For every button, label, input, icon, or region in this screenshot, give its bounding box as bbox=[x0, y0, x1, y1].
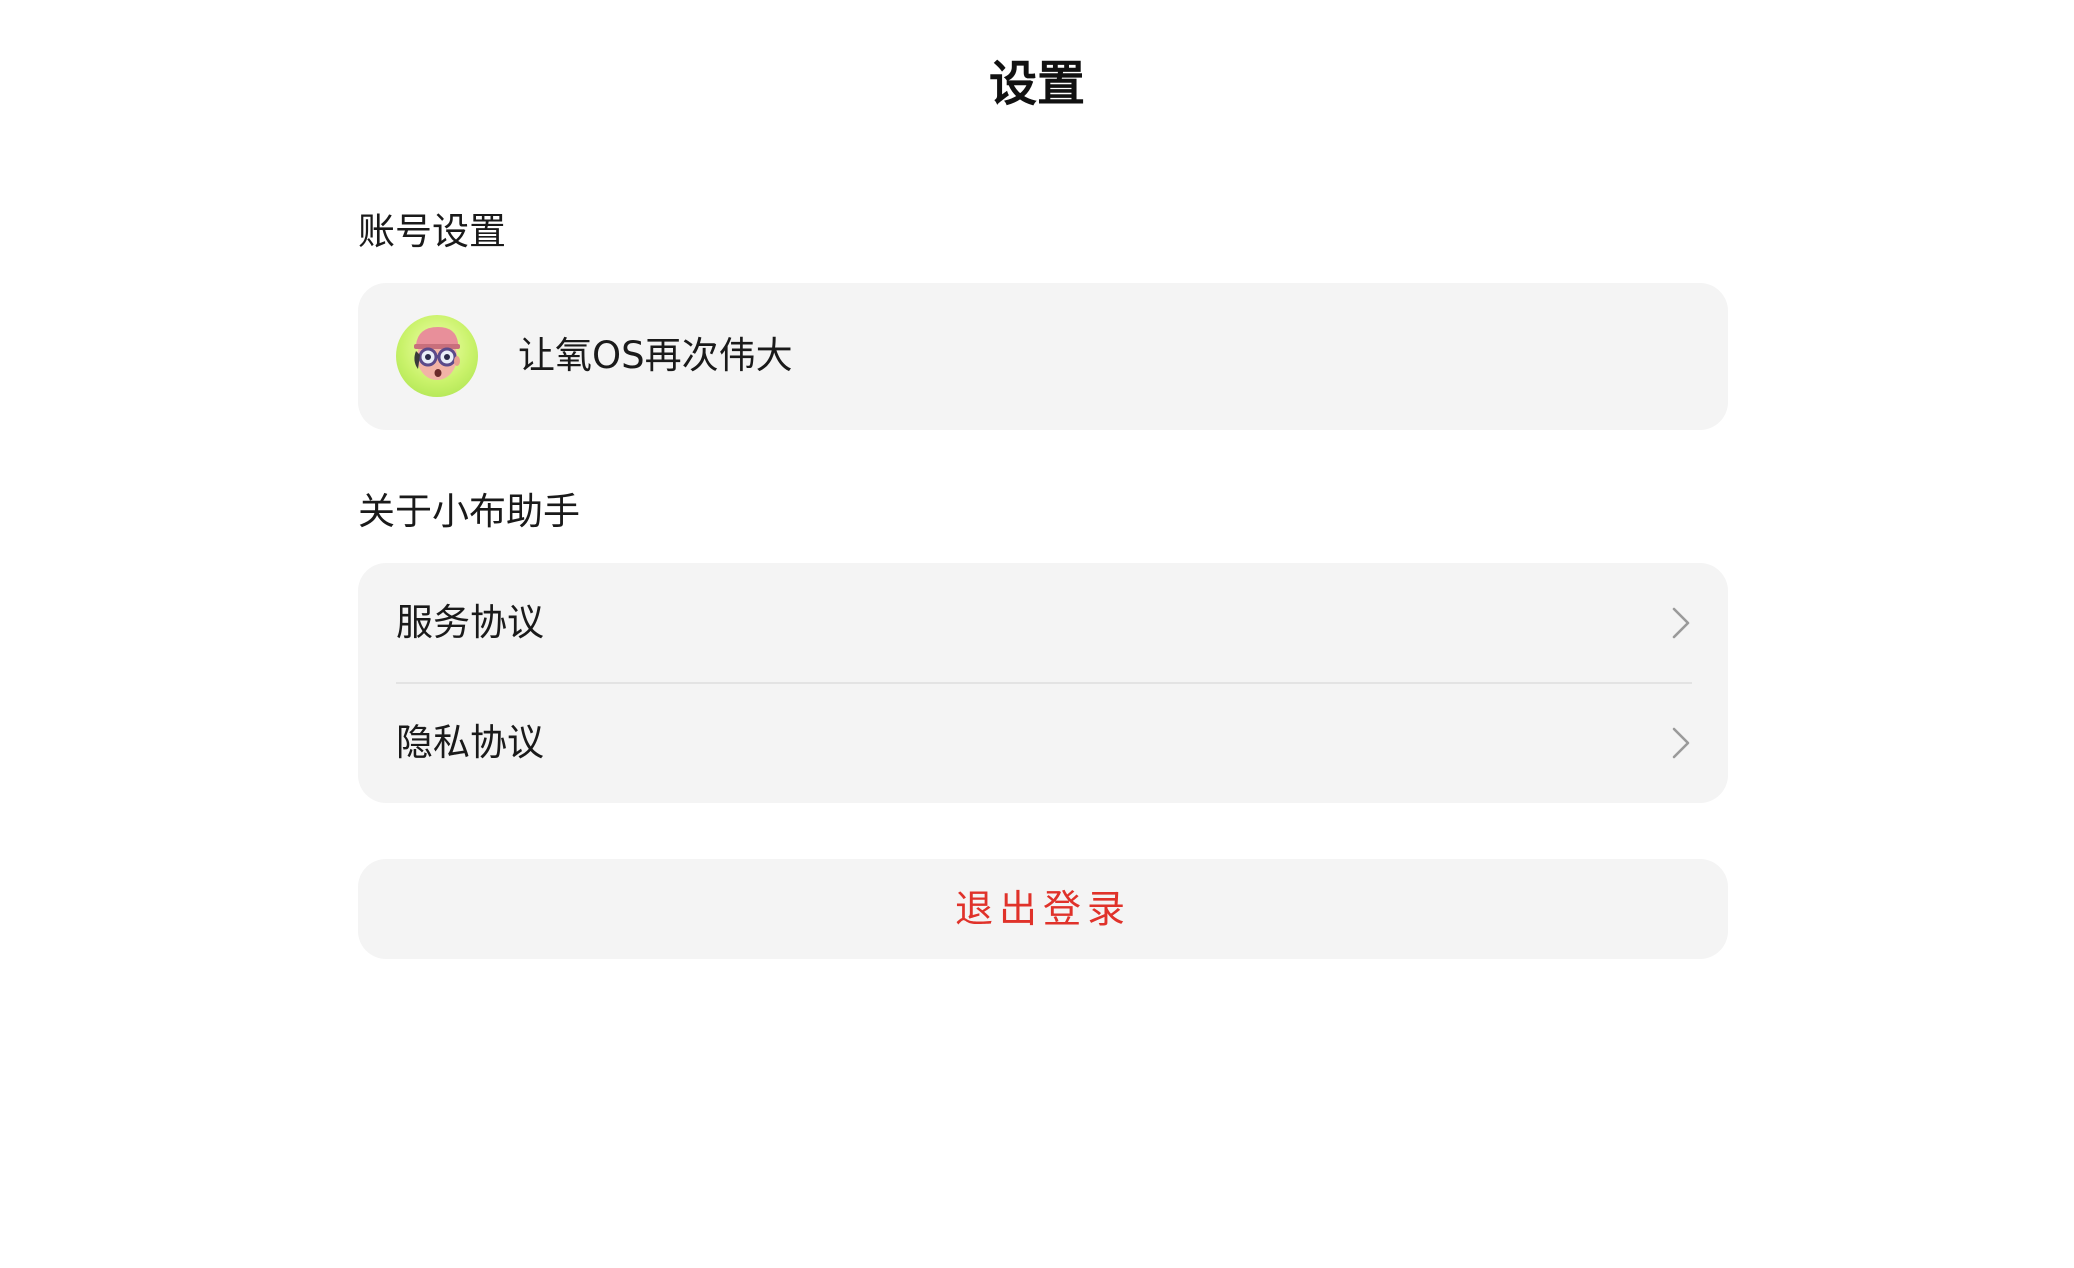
privacy-agreement-label: 隐私协议 bbox=[396, 721, 544, 764]
about-section-heading: 关于小布助手 bbox=[358, 490, 580, 533]
account-section-heading: 账号设置 bbox=[358, 210, 506, 253]
service-agreement-label: 服务协议 bbox=[396, 601, 544, 644]
privacy-agreement-item[interactable]: 隐私协议 bbox=[358, 683, 1728, 803]
about-card: 服务协议 隐私协议 bbox=[358, 563, 1728, 803]
avatar[interactable] bbox=[396, 315, 478, 397]
service-agreement-item[interactable]: 服务协议 bbox=[358, 563, 1728, 684]
account-card[interactable]: 让氧OS再次伟大 bbox=[358, 283, 1728, 430]
cartoon-avatar-icon bbox=[414, 327, 460, 380]
logout-button[interactable]: 退出登录 bbox=[358, 859, 1728, 959]
page-title: 设置 bbox=[988, 56, 1085, 112]
logout-label: 退出登录 bbox=[954, 887, 1131, 931]
chevron-right-icon bbox=[1670, 605, 1692, 641]
account-username: 让氧OS再次伟大 bbox=[518, 334, 793, 377]
chevron-right-icon bbox=[1670, 725, 1692, 761]
